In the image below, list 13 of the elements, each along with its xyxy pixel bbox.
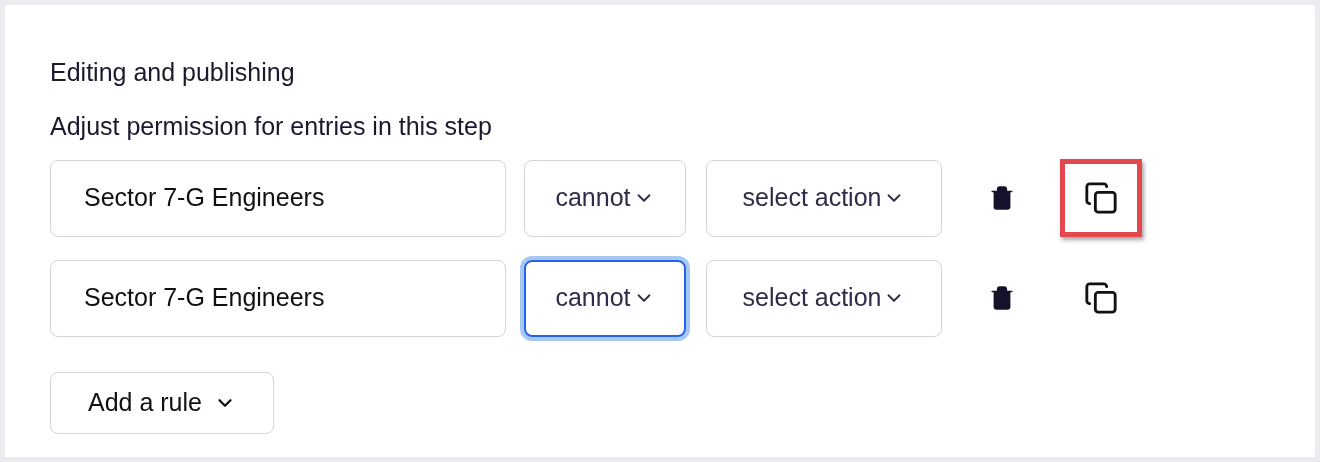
section-title: Editing and publishing [50,57,296,88]
trash-icon [989,185,1015,211]
action-select[interactable]: select action [706,159,942,237]
section-description: Adjust permission for entries in this step [50,111,493,142]
mode-select[interactable]: cannot [524,159,686,237]
group-field[interactable]: Sector 7-G Engineers [50,159,506,237]
add-rule-button[interactable]: Add a rule [50,372,274,434]
copy-icon [1084,181,1118,215]
copy-button[interactable] [1060,159,1142,237]
action-select[interactable]: select action [706,259,942,337]
copy-icon [1084,281,1118,315]
group-field[interactable]: Sector 7-G Engineers [50,259,506,337]
trash-icon [989,285,1015,311]
